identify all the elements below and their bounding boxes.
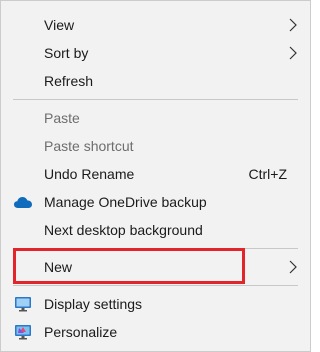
menu-item-label: Personalize xyxy=(44,324,118,340)
menu-item-label: Sort by xyxy=(44,45,89,61)
menu-item-label: Manage OneDrive backup xyxy=(44,194,207,210)
desktop-context-menu: View Sort by Refresh Paste Paste shortcu… xyxy=(0,0,311,352)
menu-item-sort-by[interactable]: Sort by xyxy=(1,39,310,67)
menu-item-undo-rename[interactable]: Undo Rename Ctrl+Z xyxy=(1,160,310,188)
personalize-icon xyxy=(13,323,33,341)
menu-item-paste: Paste xyxy=(1,104,310,132)
display-settings-icon xyxy=(13,295,33,313)
onedrive-icon xyxy=(13,193,33,211)
chevron-right-icon xyxy=(289,260,297,274)
menu-item-personalize[interactable]: Personalize xyxy=(1,318,310,346)
menu-separator xyxy=(13,285,298,286)
chevron-right-icon xyxy=(289,46,297,60)
menu-item-label: View xyxy=(44,17,75,33)
menu-item-label: Paste shortcut xyxy=(44,138,134,154)
menu-item-display-settings[interactable]: Display settings xyxy=(1,290,310,318)
menu-item-paste-shortcut: Paste shortcut xyxy=(1,132,310,160)
menu-item-refresh[interactable]: Refresh xyxy=(1,67,310,95)
menu-item-label: Paste xyxy=(44,110,80,126)
menu-item-label: Display settings xyxy=(44,296,143,312)
menu-separator xyxy=(13,248,298,249)
menu-item-new[interactable]: New xyxy=(1,253,310,281)
menu-item-label: Undo Rename xyxy=(44,166,135,182)
menu-item-shortcut: Ctrl+Z xyxy=(248,166,288,182)
menu-item-manage-onedrive-backup[interactable]: Manage OneDrive backup xyxy=(1,188,310,216)
menu-item-view[interactable]: View xyxy=(1,11,310,39)
menu-item-next-desktop-background[interactable]: Next desktop background xyxy=(1,216,310,244)
menu-separator xyxy=(13,99,298,100)
menu-item-label: Next desktop background xyxy=(44,222,203,238)
menu-item-label: Refresh xyxy=(44,73,94,89)
chevron-right-icon xyxy=(289,18,297,32)
menu-item-label: New xyxy=(44,259,73,275)
